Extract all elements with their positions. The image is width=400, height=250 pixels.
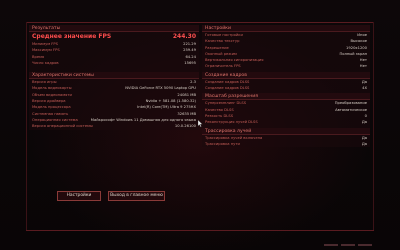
- row-label: Версия операционной системы: [32, 124, 93, 129]
- row-value: 10.0.26100: [174, 124, 196, 129]
- exit-main-menu-button[interactable]: Выход в главное меню: [108, 191, 165, 201]
- row-label: Реконструкция лучей DLSS: [205, 120, 258, 125]
- system-title: Характеристики системы: [29, 72, 199, 80]
- avg-fps-label: Среднее значение FPS: [32, 33, 112, 40]
- frame-line-bottom: [26, 230, 374, 231]
- row-value: Нет: [359, 64, 367, 69]
- avg-fps-value: 244.30: [172, 33, 196, 40]
- mouse-cursor-icon: [198, 120, 203, 127]
- system-rows: Версия игры 2.3 Модель видеокарты NVIDIA Ge…: [29, 79, 199, 129]
- rt-title: Трассировка лучей: [202, 127, 370, 135]
- upscaling-rows: Суперсемплинг DLSS Преобразование Качество…: [202, 100, 370, 125]
- results-title: Результаты: [29, 25, 199, 32]
- settings-panel: Настройки Готовые настройки Иное Качество …: [202, 25, 370, 148]
- rt-rows: Трассировка лучей включена Да Трассировка …: [202, 135, 370, 148]
- settings-button[interactable]: Настройки: [57, 191, 101, 201]
- frame-gen-rows: Создание кадров DLSS Да Создание кадров DL…: [202, 79, 370, 92]
- row-value: 15695: [184, 60, 196, 65]
- row-label: Трассировка пути: [205, 141, 240, 146]
- system-row: Версия операционной системы 10.0.26100: [29, 123, 199, 129]
- row-value: Да: [361, 141, 367, 146]
- frame-line-top: [26, 22, 374, 23]
- row-label: Создание кадров DLSS: [205, 86, 250, 91]
- row-label: Ограничитель FPS: [205, 64, 241, 69]
- frame-line-left: [26, 22, 27, 230]
- results-rows: Минимум FPS 221.29 Максимум FPS 259.49 Время…: [29, 41, 199, 66]
- row-value: Да: [361, 120, 367, 125]
- settings-rows: Готовые настройки Иное Качество текстур Выс…: [202, 32, 370, 70]
- row-value: Автоматическое: [335, 107, 367, 112]
- settings-title: Настройки: [202, 25, 370, 32]
- row-value: 4X: [362, 86, 367, 91]
- footer-decoration: [302, 243, 372, 246]
- frame-line-right: [373, 22, 374, 230]
- row-label: Число кадров: [32, 60, 59, 65]
- frame-gen-title: Создание кадров: [202, 71, 370, 79]
- results-panel: Результаты Среднее значение FPS 244.30 М…: [29, 25, 199, 130]
- avg-fps-row: Среднее значение FPS 244.30: [29, 32, 199, 41]
- rt-row: Трассировка пути Да: [202, 141, 370, 147]
- upscaling-title: Масштаб разрешения: [202, 93, 370, 101]
